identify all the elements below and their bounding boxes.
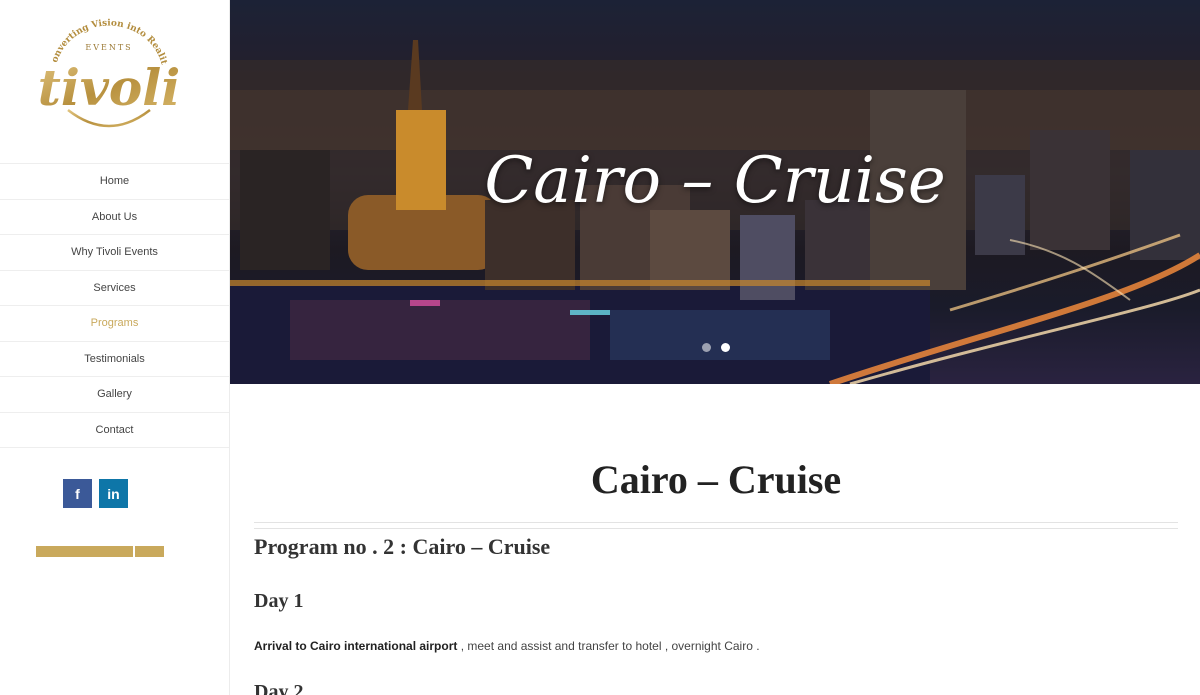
title-divider	[254, 522, 1178, 529]
tivoli-logo[interactable]: Converting Vision into Reality EVENTS ti…	[34, 3, 180, 138]
nav-item-testimonials[interactable]: Testimonials	[0, 342, 229, 377]
day-1-arrival-text: Arrival to Cairo international airport	[254, 639, 458, 653]
main-nav: Home About Us Why Tivoli Events Services…	[0, 163, 229, 448]
day-1-details-text: , meet and assist and transfer to hotel …	[457, 639, 760, 653]
nav-item-why-tivoli-events[interactable]: Why Tivoli Events	[0, 235, 229, 271]
main-content: Cairo – Cruise Program no . 2 : Cairo – …	[254, 440, 1178, 695]
day-2-heading: Day 2	[254, 681, 304, 695]
logo-graphic: Converting Vision into Reality EVENTS ti…	[34, 3, 180, 128]
program-heading: Program no . 2 : Cairo – Cruise	[254, 534, 551, 559]
slider-dot-1[interactable]	[702, 343, 711, 352]
nav-item-about-us[interactable]: About Us	[0, 200, 229, 235]
facebook-icon[interactable]: f	[63, 479, 92, 508]
page-title: Cairo – Cruise	[590, 457, 842, 502]
day-1-heading: Day 1	[254, 590, 304, 612]
logo-brand-word: tivoli	[38, 58, 180, 117]
nav-item-programs[interactable]: Programs	[0, 306, 229, 342]
nav-item-gallery[interactable]: Gallery	[0, 377, 229, 413]
social-links: f in	[63, 479, 128, 508]
nav-item-services[interactable]: Services	[0, 271, 229, 306]
slider-pagination	[702, 343, 730, 352]
slider-dot-2[interactable]	[721, 343, 730, 352]
day-1-description: Arrival to Cairo international airport ,…	[254, 639, 1178, 653]
nav-item-home[interactable]: Home	[0, 164, 229, 200]
sidebar: Converting Vision into Reality EVENTS ti…	[0, 0, 230, 695]
hero-slider: Cairo – Cruise	[230, 0, 1200, 384]
nav-item-contact[interactable]: Contact	[0, 413, 229, 448]
linkedin-icon[interactable]: in	[99, 479, 128, 508]
hero-title: Cairo – Cruise	[484, 144, 946, 218]
gold-accent-bar	[36, 546, 164, 557]
logo-events-word: EVENTS	[85, 43, 132, 52]
